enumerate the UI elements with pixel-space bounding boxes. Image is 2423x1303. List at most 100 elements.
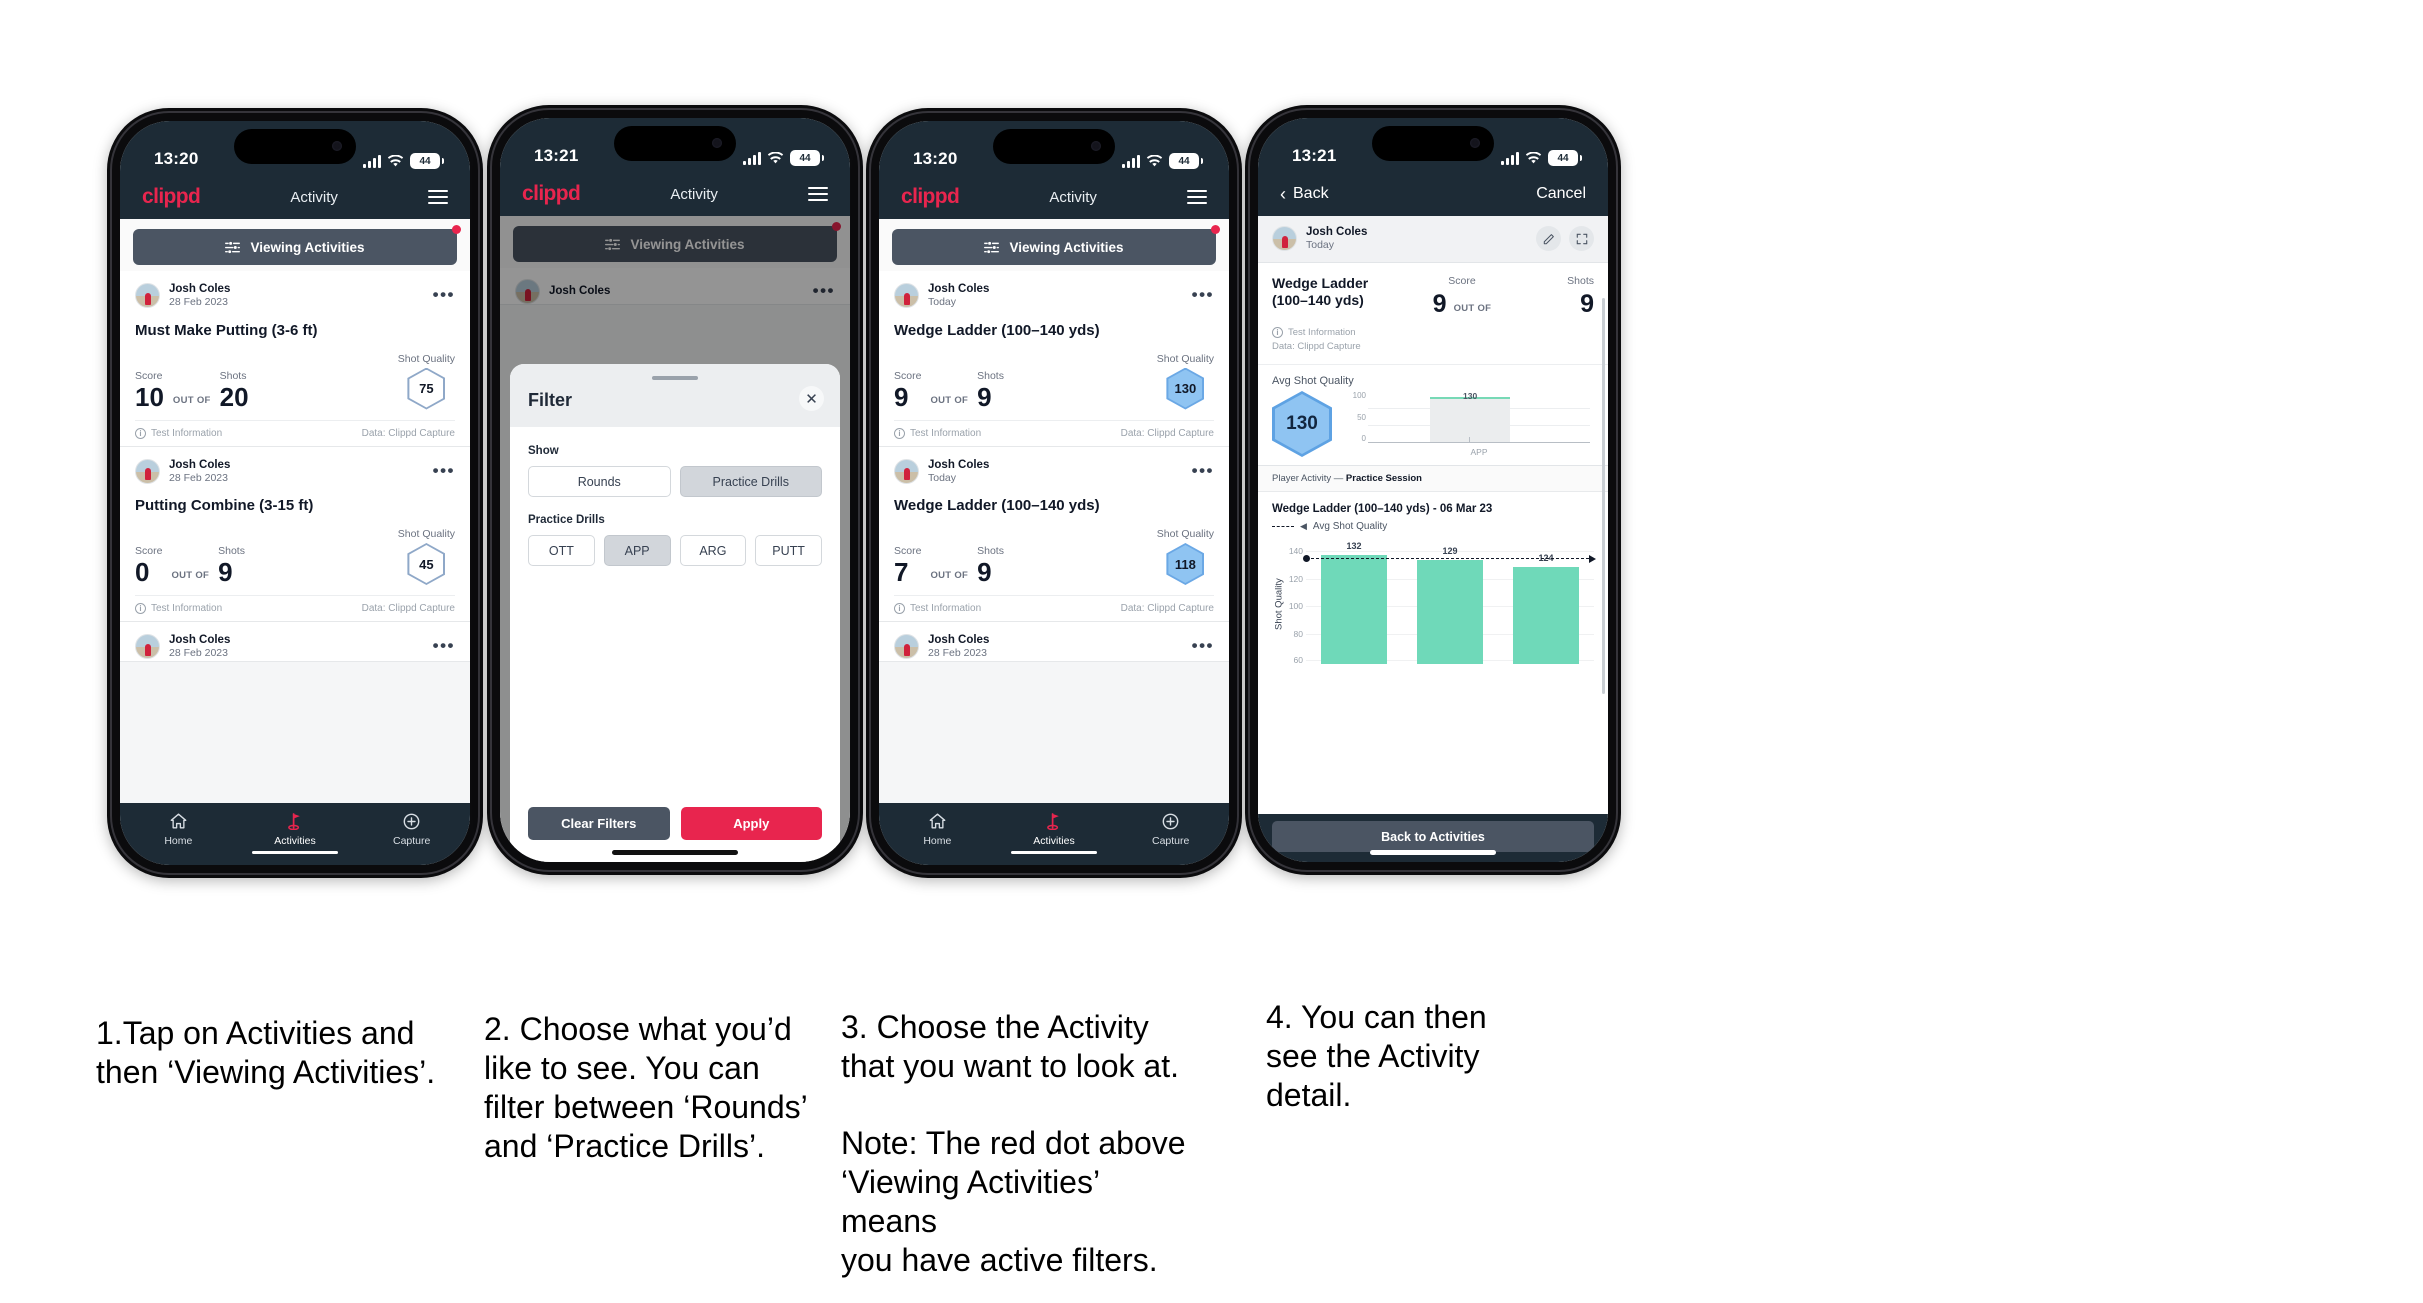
card-header: Josh Coles 28 Feb 2023 ••• bbox=[135, 633, 455, 661]
battery-icon: 44 bbox=[1548, 150, 1582, 166]
caption-step-4: 4. You can then see the Activity detail. bbox=[1266, 998, 1596, 1115]
score-value: 0 bbox=[135, 557, 150, 587]
chart-plot-area: 132 129 124 bbox=[1303, 541, 1596, 664]
score-stat: Score 10 bbox=[135, 370, 164, 410]
menu-icon[interactable] bbox=[428, 190, 448, 204]
brand-logo[interactable]: clippd bbox=[901, 185, 960, 209]
activity-card[interactable]: Josh Coles Today ••• Wedge Ladder (100–1… bbox=[879, 446, 1229, 622]
caption-1-line-2: then ‘Viewing Activities’. bbox=[96, 1054, 436, 1091]
content-area: Viewing Activities Josh Coles 28 Feb 202… bbox=[120, 219, 470, 803]
drill-chip-ott[interactable]: OTT bbox=[528, 535, 595, 566]
tab-activities[interactable]: Activities bbox=[237, 811, 354, 854]
menu-icon[interactable] bbox=[808, 187, 828, 201]
shots-value: 9 bbox=[218, 557, 233, 587]
tab-home-label: Home bbox=[923, 835, 952, 847]
card-user-name: Josh Coles bbox=[169, 634, 231, 646]
drag-handle[interactable] bbox=[652, 376, 698, 380]
pencil-icon[interactable] bbox=[1536, 226, 1561, 252]
tab-capture[interactable]: Capture bbox=[353, 811, 470, 847]
info-icon: i bbox=[135, 603, 146, 614]
phone-activities-list: 13:20 44 clippd Activity Viewing Activit… bbox=[107, 108, 483, 878]
viewing-activities-label: Viewing Activities bbox=[1009, 239, 1124, 255]
card-user-name: Josh Coles bbox=[169, 458, 231, 471]
clear-filters-button[interactable]: Clear Filters bbox=[528, 807, 670, 840]
shots-value: 9 bbox=[977, 557, 992, 587]
activity-card[interactable]: Josh Coles 28 Feb 2023 ••• bbox=[120, 622, 470, 662]
content-area: Viewing Activities Josh Coles ••• Filter… bbox=[500, 216, 850, 862]
viewing-activities-button[interactable]: Viewing Activities bbox=[133, 225, 461, 265]
home-indicator bbox=[1370, 850, 1496, 855]
expand-icon[interactable] bbox=[1569, 226, 1594, 252]
card-title: Wedge Ladder (100–140 yds) bbox=[894, 321, 1100, 339]
card-title: Must Make Putting (3-6 ft) bbox=[135, 321, 318, 339]
card-date: 28 Feb 2023 bbox=[169, 296, 228, 309]
apply-button[interactable]: Apply bbox=[680, 807, 822, 840]
brand-logo[interactable]: clippd bbox=[142, 185, 201, 209]
test-information[interactable]: i Test Information bbox=[894, 427, 982, 439]
ytick-140: 140 bbox=[1288, 546, 1303, 557]
tab-home[interactable]: Home bbox=[120, 811, 237, 847]
drill-chip-arg[interactable]: ARG bbox=[679, 535, 747, 566]
tab-active-underline bbox=[252, 851, 338, 854]
tab-home[interactable]: Home bbox=[879, 811, 996, 847]
shot-quality-stat: Shot Quality 130 bbox=[1157, 353, 1214, 410]
caption-2-line-2: like to see. You can bbox=[484, 1050, 760, 1087]
tab-capture[interactable]: Capture bbox=[1112, 811, 1229, 847]
card-header: Josh Coles 28 Feb 2023 ••• bbox=[135, 458, 455, 486]
caption-1-line-1: 1.Tap on Activities and bbox=[96, 1015, 415, 1051]
card-stats: Score 9 OUT OF Shots 9 Shot Quality 130 bbox=[894, 353, 1214, 420]
scrollbar[interactable] bbox=[1602, 298, 1605, 694]
shots-stat: Shots 9 bbox=[977, 370, 1004, 410]
drill-chip-putt[interactable]: PUTT bbox=[755, 535, 822, 566]
activity-card[interactable]: Josh Coles Today ••• Wedge Ladder (100–1… bbox=[879, 271, 1229, 447]
detail-score-label: Score bbox=[1448, 274, 1476, 287]
viewing-activities-wrap: Viewing Activities bbox=[879, 219, 1229, 271]
viewing-activities-button[interactable]: Viewing Activities bbox=[892, 225, 1220, 265]
score-label: Score bbox=[894, 545, 922, 557]
back-button[interactable]: ‹ Back bbox=[1280, 185, 1329, 203]
caption-4-line-3: detail. bbox=[1266, 1077, 1352, 1114]
mini-ytick-0: 0 bbox=[1361, 434, 1366, 443]
card-more-icon[interactable]: ••• bbox=[1192, 462, 1214, 479]
tab-activities[interactable]: Activities bbox=[996, 811, 1113, 854]
score-label: Score bbox=[135, 369, 163, 382]
plus-circle-icon bbox=[1162, 811, 1179, 831]
cancel-button[interactable]: Cancel bbox=[1536, 185, 1586, 203]
card-more-icon[interactable]: ••• bbox=[1192, 287, 1214, 304]
card-more-icon[interactable]: ••• bbox=[433, 287, 455, 304]
mini-ytick-100: 100 bbox=[1352, 391, 1366, 400]
caption-2-line-3: filter between ‘Rounds’ bbox=[484, 1089, 808, 1126]
brand-logo[interactable]: clippd bbox=[522, 182, 581, 206]
test-information-label: Test Information bbox=[910, 427, 982, 439]
detail-shots-label: Shots bbox=[1567, 274, 1594, 287]
detail-shots-value: 9 bbox=[1580, 289, 1594, 318]
menu-icon[interactable] bbox=[1187, 190, 1207, 204]
card-more-icon[interactable]: ••• bbox=[1192, 638, 1214, 655]
info-icon: i bbox=[135, 427, 146, 439]
filter-option-rounds[interactable]: Rounds bbox=[528, 466, 671, 497]
shot-quality-value: 130 bbox=[1168, 369, 1203, 408]
activity-card[interactable]: Josh Coles 28 Feb 2023 ••• Putting Combi… bbox=[120, 446, 470, 622]
card-more-icon[interactable]: ••• bbox=[433, 462, 455, 479]
filter-sheet: Filter ✕ Show Rounds Practice Drills Pra… bbox=[510, 364, 840, 862]
activity-card[interactable]: Josh Coles 28 Feb 2023 ••• bbox=[879, 622, 1229, 662]
activity-card[interactable]: Josh Coles 28 Feb 2023 ••• Must Make Put… bbox=[120, 271, 470, 447]
close-icon[interactable]: ✕ bbox=[799, 386, 824, 411]
filter-sliders-icon bbox=[225, 241, 241, 253]
drill-chip-app[interactable]: APP bbox=[603, 535, 671, 566]
data-source-label: Data: Clippd Capture bbox=[1120, 603, 1214, 614]
shots-value: 20 bbox=[219, 381, 249, 412]
test-information[interactable]: i Test Information bbox=[135, 603, 222, 614]
caption-4-line-1: 4. You can then bbox=[1266, 999, 1487, 1035]
detail-test-information[interactable]: i Test Information bbox=[1272, 326, 1594, 340]
chart-bar: 124 bbox=[1512, 553, 1580, 664]
ytick-80: 80 bbox=[1293, 629, 1303, 639]
card-more-icon[interactable]: ••• bbox=[433, 638, 455, 655]
filter-option-practice-drills[interactable]: Practice Drills bbox=[679, 466, 822, 497]
card-footer: i Test Information Data: Clippd Capture bbox=[135, 419, 455, 446]
back-to-activities-button[interactable]: Back to Activities bbox=[1272, 821, 1594, 852]
test-information[interactable]: i Test Information bbox=[135, 427, 222, 439]
card-footer: i Test Information Data: Clippd Capture bbox=[135, 595, 455, 621]
avatar bbox=[894, 283, 919, 309]
test-information[interactable]: i Test Information bbox=[894, 603, 981, 614]
